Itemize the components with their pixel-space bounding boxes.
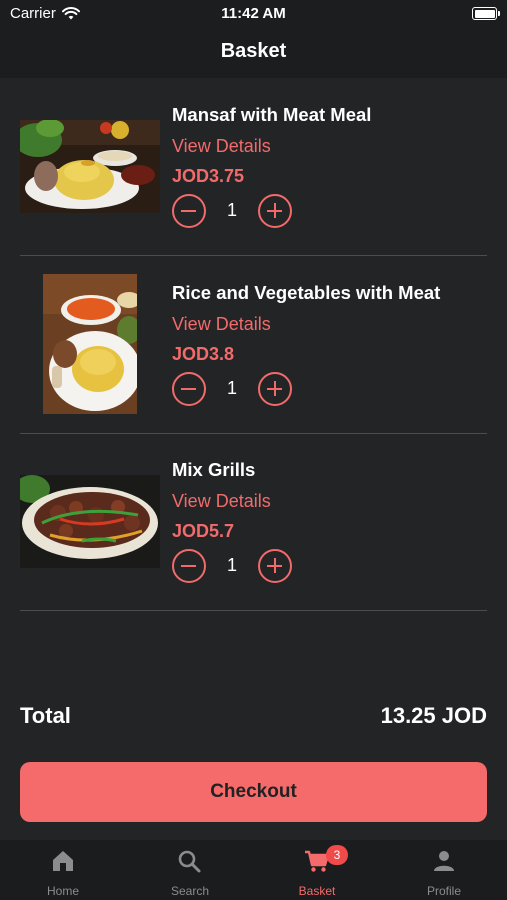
quantity-value: 1	[226, 200, 237, 220]
quantity-stepper: 1	[172, 372, 292, 406]
view-details-link[interactable]: View Details	[172, 314, 271, 335]
tab-label: Search	[170, 884, 210, 898]
battery-icon	[472, 7, 500, 20]
search-icon	[178, 850, 201, 873]
item-name: Mix Grills	[172, 459, 256, 480]
total-value: 13.25 JOD	[380, 703, 487, 728]
tab-profile[interactable]: Profile	[381, 840, 507, 900]
total-label: Total	[20, 703, 71, 728]
item-name: Mansaf with Meat Meal	[172, 104, 372, 125]
cart-count-badge: 3	[326, 845, 348, 865]
minus-icon	[181, 564, 196, 567]
clock: 11:42 AM	[221, 5, 286, 22]
total-row: Total 13.25 JOD	[20, 703, 487, 733]
increase-quantity-button[interactable]	[258, 372, 292, 406]
tab-label: Basket	[298, 884, 336, 898]
increase-quantity-button[interactable]	[258, 194, 292, 228]
home-icon	[53, 851, 73, 871]
minus-icon	[181, 209, 196, 212]
view-details-link[interactable]: View Details	[172, 136, 271, 157]
checkout-button[interactable]: Checkout	[20, 762, 487, 822]
increase-quantity-button[interactable]	[258, 549, 292, 583]
basket-item-mansaf: Mansaf with Meat Meal View Details JOD3.…	[20, 78, 487, 256]
quantity-stepper: 1	[172, 194, 292, 228]
item-price: JOD3.75	[172, 166, 245, 186]
decrease-quantity-button[interactable]	[172, 194, 206, 228]
quantity-value: 1	[226, 378, 237, 398]
item-price: JOD3.8	[172, 344, 235, 364]
tab-label: Profile	[426, 884, 461, 898]
tab-search[interactable]: Search	[127, 840, 253, 900]
item-name: Rice and Vegetables with Meat	[172, 282, 441, 303]
quantity-value: 1	[226, 555, 237, 575]
food-image-mansaf	[20, 120, 160, 213]
food-image-rice-vegetables	[43, 274, 137, 414]
decrease-quantity-button[interactable]	[172, 549, 206, 583]
page-title: Basket	[220, 40, 287, 62]
status-bar: Carrier 11:42 AM	[0, 0, 507, 28]
minus-icon	[181, 387, 196, 390]
quantity-stepper: 1	[172, 549, 292, 583]
top-bar: Carrier 11:42 AM Basket	[0, 0, 507, 78]
item-price: JOD5.7	[172, 521, 235, 541]
tab-basket[interactable]: 3 Basket	[254, 840, 380, 900]
tab-home[interactable]: Home	[0, 840, 126, 900]
decrease-quantity-button[interactable]	[172, 372, 206, 406]
basket-item-mix-grills: Mix Grills View Details JOD5.7 1	[20, 433, 487, 611]
food-image-mix-grills	[20, 475, 160, 568]
tab-label: Home	[46, 884, 79, 898]
person-icon	[434, 851, 454, 871]
tab-bar: Home Search 3 Basket Profile	[0, 840, 507, 900]
view-details-link[interactable]: View Details	[172, 491, 271, 512]
basket-item-rice-vegetables: Rice and Vegetables with Meat View Detai…	[20, 256, 487, 434]
